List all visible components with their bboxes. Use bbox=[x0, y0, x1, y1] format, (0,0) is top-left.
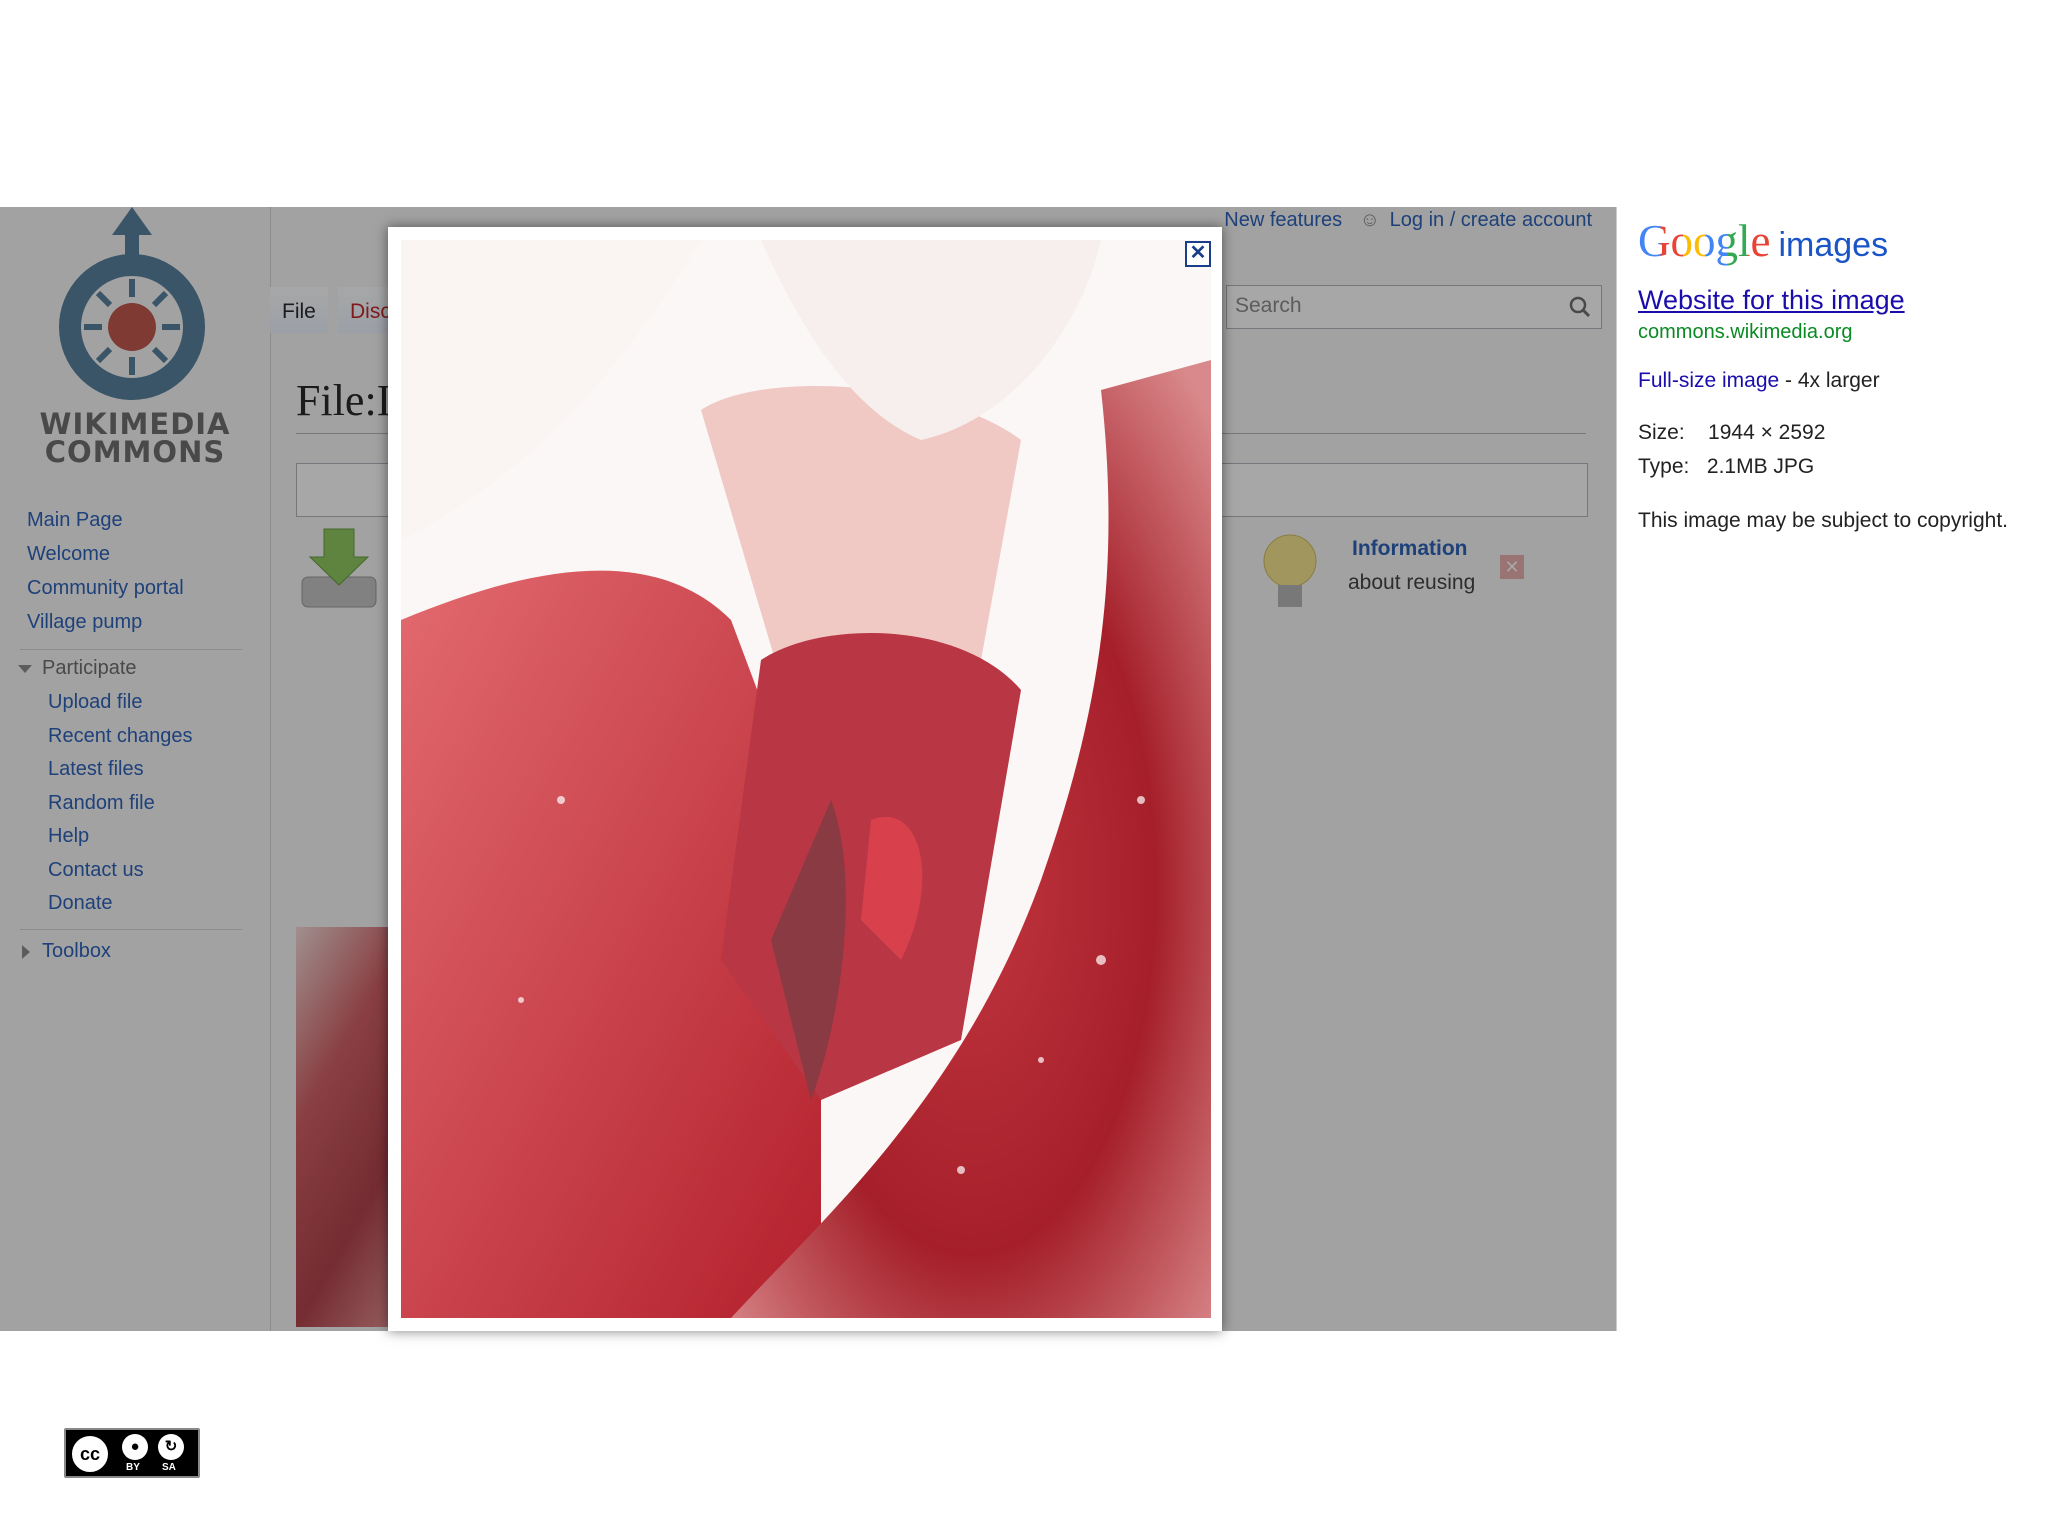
share-alike-icon: ↻ bbox=[158, 1434, 184, 1460]
size-value: 1944 × 2592 bbox=[1708, 421, 1826, 444]
type-row: Type: 2.1MB JPG bbox=[1638, 455, 1814, 479]
size-row: Size: 1944 × 2592 bbox=[1638, 421, 1825, 445]
full-size-row: Full-size image - 4x larger bbox=[1638, 369, 1880, 393]
cc-by-sa-badge[interactable]: cc ● ↻ BY SA bbox=[64, 1428, 200, 1478]
size-label: Size: bbox=[1638, 421, 1685, 444]
close-button[interactable]: ✕ bbox=[1185, 241, 1211, 267]
google-images-logo[interactable]: Google images bbox=[1638, 215, 1888, 267]
type-value: 2.1MB JPG bbox=[1706, 455, 1815, 478]
full-size-suffix: - 4x larger bbox=[1779, 369, 1880, 392]
google-logo-subtext: images bbox=[1778, 226, 1889, 264]
google-logo-text: Google bbox=[1638, 216, 1771, 266]
sa-label: SA bbox=[162, 1462, 176, 1473]
source-domain: commons.wikimedia.org bbox=[1638, 321, 1853, 343]
copyright-notice: This image may be subject to copyright. bbox=[1638, 509, 2009, 532]
image-lightbox: ✕ bbox=[388, 227, 1222, 1331]
website-link[interactable]: Website for this image bbox=[1638, 285, 1905, 316]
attribution-icon: ● bbox=[122, 1434, 148, 1460]
heart-specimen-photo bbox=[401, 240, 1211, 1318]
google-images-panel: Google images Website for this image comm… bbox=[1616, 207, 2048, 1331]
cc-icon: cc bbox=[70, 1434, 110, 1474]
by-label: BY bbox=[126, 1462, 140, 1473]
type-label: Type: bbox=[1638, 455, 1690, 478]
full-size-link[interactable]: Full-size image bbox=[1638, 369, 1779, 392]
